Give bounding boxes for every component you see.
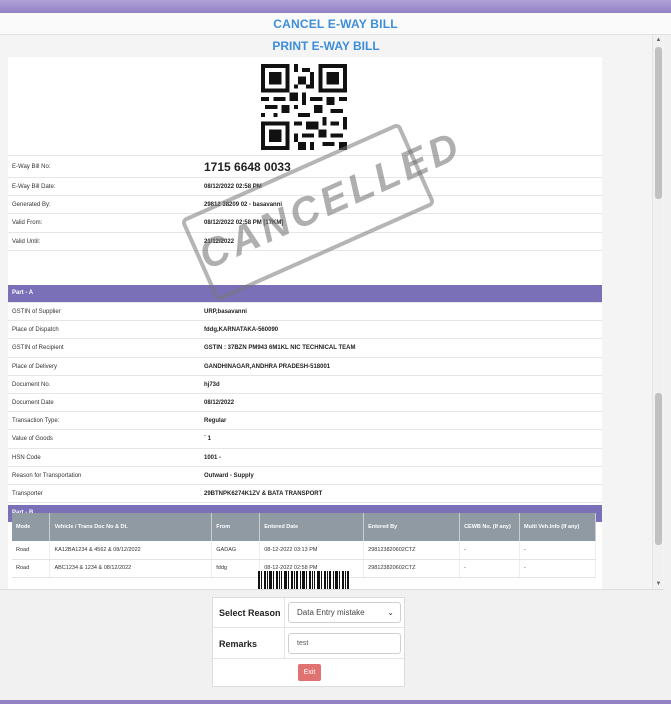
bill-row: Valid Until: 21/12/2022	[8, 233, 602, 251]
scroll-up-icon[interactable]: ▲	[653, 35, 664, 46]
bill-row-value: 08/12/2022 02:58 PM [17KM]	[204, 220, 284, 227]
part-a-row: GSTIN of Supplier URP,basavanni	[8, 303, 602, 322]
part-a-label: HSN Code	[12, 454, 41, 461]
part-a-row: Reason for Transportation Outward - Suppl…	[8, 467, 602, 485]
part-a-label: Place of Dispatch	[12, 327, 59, 334]
bill-row-value: 29812 38209 02 - basavanni	[204, 202, 283, 209]
table-header-row: Mode Vehicle / Trans Doc No & Dt. From E…	[12, 513, 596, 541]
table-row: Road KA12BA1234 & 4562 & 08/12/2022 GADA…	[12, 541, 596, 560]
print-title: PRINT E-WAY BILL	[272, 39, 380, 53]
reason-select-value: Data Entry mistake	[297, 608, 365, 617]
column-header: Vehicle / Trans Doc No & Dt.	[49, 513, 213, 541]
part-a-value: Regular	[204, 418, 227, 425]
part-a-row: Transporter 29BTNPK6274K1ZV & BATA TRANSP…	[8, 485, 602, 504]
scroll-down-icon[interactable]: ▼	[653, 579, 664, 589]
table-cell: 298123820602CTZ	[363, 541, 461, 560]
chevron-down-icon: ⌄	[387, 608, 394, 617]
scrollbar-thumb[interactable]	[655, 393, 662, 545]
part-a-label: Transaction Type:	[12, 418, 60, 425]
part-a-row: Document Date 08/12/2022	[8, 394, 602, 413]
bill-row-label: Valid Until:	[12, 238, 41, 245]
part-a-label: GSTIN of Recipient	[12, 345, 64, 352]
exit-button[interactable]: Exit	[298, 664, 321, 681]
part-a-row: Transaction Type: Regular	[8, 412, 602, 431]
part-a-header: Part - A	[8, 285, 602, 302]
table-cell: Road	[12, 541, 51, 560]
part-a-row: HSN Code 1001 -	[8, 449, 602, 467]
form-divider	[284, 598, 285, 658]
part-a-label: GSTIN of Supplier	[12, 309, 61, 315]
part-a-row: GSTIN of Recipient GSTIN : 37BZN PM943 6M…	[8, 339, 602, 358]
table-cell: -	[459, 541, 521, 560]
bill-row-value: 08/12/2022 02:58 PM	[204, 184, 262, 190]
table-cell: -	[519, 559, 596, 578]
part-a-value: ` 1	[204, 436, 212, 443]
reason-label: Select Reason	[219, 608, 281, 618]
bill-row-value: 21/12/2022	[204, 238, 235, 245]
part-a-value: 08/12/2022	[204, 399, 235, 406]
column-header: Mode	[12, 513, 51, 541]
part-a-label: Value of Goods	[12, 436, 53, 443]
table-cell: ABC1234 & 1234 & 08/12/2022	[49, 559, 213, 578]
column-header: Multi Veh.Info (If any)	[519, 513, 596, 541]
bill-row: Generated By: 29812 38209 02 - basavanni	[8, 196, 602, 215]
reason-select[interactable]: Data Entry mistake ⌄	[288, 602, 401, 623]
table-cell: -	[519, 541, 596, 560]
part-a-value: Outward - Supply	[204, 472, 254, 479]
part-a-value: 1001 -	[204, 454, 222, 461]
remarks-input[interactable]: test	[288, 633, 401, 654]
scrollbar-thumb[interactable]	[655, 47, 662, 199]
table-cell: fddg	[211, 559, 261, 578]
part-a-label: Document No.	[12, 381, 51, 388]
part-a-value: GSTIN : 37BZN PM943 6M1KL NIC TECHNICAL …	[204, 345, 356, 352]
column-header: CEWB No. (If any)	[459, 513, 521, 541]
bill-info: E-Way Bill No: 1715 6648 0033 E-Way Bill …	[8, 155, 602, 251]
table-cell: -	[459, 559, 521, 578]
top-accent-bar	[0, 0, 671, 13]
cancel-form: Select Reason Remarks Data Entry mistake…	[212, 597, 405, 687]
print-frame: PRINT E-WAY BILL E-Way Bill No: 1715 664…	[0, 35, 664, 590]
bottom-accent-bar	[0, 700, 671, 704]
part-a-value: fddg,KARNATAKA-560090	[204, 327, 279, 334]
part-a-label: Reason for Transportation	[12, 472, 82, 479]
part-a-label: Document Date	[12, 399, 54, 406]
table-cell: Road	[12, 559, 51, 578]
part-a-value: GANDHINAGAR,ANDHRA PRADESH-518001	[204, 363, 331, 370]
part-a-label: Transporter	[12, 490, 43, 497]
vehicle-table: Mode Vehicle / Trans Doc No & Dt. From E…	[12, 513, 596, 578]
page-title: CANCEL E-WAY BILL	[0, 13, 671, 35]
eway-bill-sheet: E-Way Bill No: 1715 6648 0033 E-Way Bill …	[8, 57, 602, 589]
part-a-value: hj73d	[204, 381, 220, 388]
eway-bill-number: 1715 6648 0033	[204, 160, 291, 174]
part-a-row: Value of Goods ` 1	[8, 430, 602, 449]
bill-row: Valid From: 08/12/2022 02:58 PM [17KM]	[8, 214, 602, 233]
barcode-icon	[258, 571, 349, 589]
table-cell: GADAG	[211, 541, 261, 560]
bill-row: E-Way Bill No: 1715 6648 0033	[8, 156, 602, 178]
table-cell: 298123820602CTZ	[363, 559, 461, 578]
bill-row-label: Valid From:	[12, 220, 43, 227]
remarks-label: Remarks	[219, 639, 258, 649]
qr-code-icon	[261, 64, 347, 150]
part-a-label: Place of Delivery	[12, 363, 58, 370]
part-a-value: 29BTNPK6274K1ZV & BATA TRANSPORT	[204, 490, 323, 497]
bill-row-label: E-Way Bill No:	[12, 164, 51, 170]
bill-row-label: Generated By:	[12, 202, 51, 209]
table-cell: KA12BA1234 & 4562 & 08/12/2022	[49, 541, 213, 560]
column-header: Entered By	[363, 513, 461, 541]
part-a-info: GSTIN of Supplier URP,basavanni Place of …	[8, 302, 602, 504]
part-a-row: Document No. hj73d	[8, 376, 602, 394]
bill-row-label: E-Way Bill Date:	[12, 184, 56, 190]
column-header: Entered Date	[259, 513, 365, 541]
column-header: From	[211, 513, 261, 541]
part-a-row: Place of Delivery GANDHINAGAR,ANDHRA PRAD…	[8, 358, 602, 376]
bill-row: E-Way Bill Date: 08/12/2022 02:58 PM	[8, 178, 602, 197]
table-cell: 08-12-2022 03:13 PM	[259, 541, 365, 560]
scrollbar[interactable]: ▲ ▼	[652, 35, 664, 589]
part-a-row: Place of Dispatch fddg,KARNATAKA-560090	[8, 321, 602, 340]
part-a-value: URP,basavanni	[204, 309, 247, 315]
